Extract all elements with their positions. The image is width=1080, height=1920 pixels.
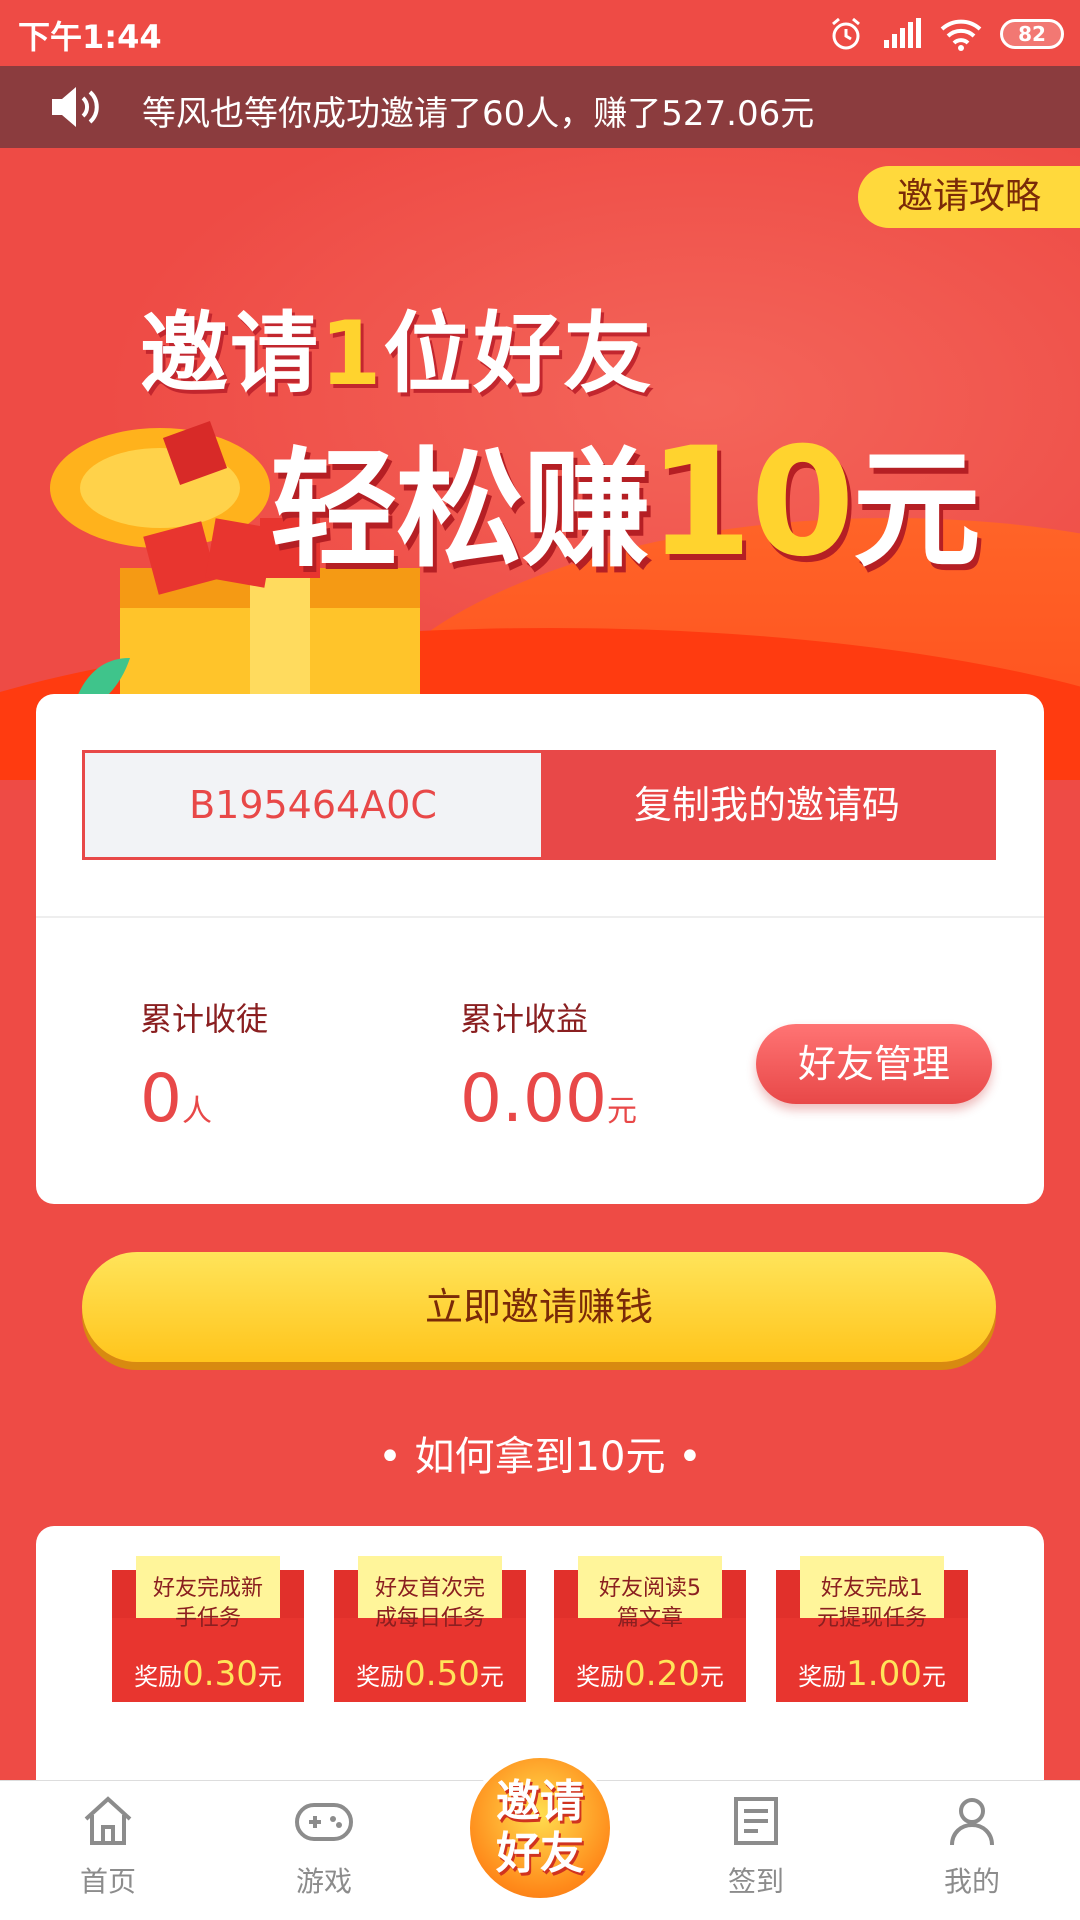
- profile-icon: [950, 1798, 994, 1846]
- task-reward: 奖励0.50元: [356, 1654, 504, 1694]
- earnings-stat: 累计收益 0.00元: [460, 994, 637, 1137]
- copy-invite-code-button[interactable]: 复制我的邀请码: [541, 753, 993, 857]
- invite-code-card: B195464A0C 复制我的邀请码 累计收徒 0人 累计收益 0.00元 好友…: [36, 694, 1044, 1204]
- promo-banner: 邀请1位好友 轻松赚10元 邀请攻略: [0, 148, 1080, 780]
- speaker-icon: [52, 87, 99, 127]
- task-envelope: 好友阅读5 篇文章 奖励0.20元: [554, 1556, 746, 1702]
- task-description: 好友阅读5 篇文章: [599, 1576, 701, 1631]
- apprentices-value: 0: [140, 1060, 182, 1137]
- nav-home-label: 首页: [79, 1865, 136, 1898]
- banner-headline-2: 轻松赚10元: [270, 416, 981, 590]
- checkin-icon: [734, 1797, 778, 1845]
- nav-checkin[interactable]: 签到: [648, 1781, 864, 1920]
- earnings-unit: 元: [606, 1094, 637, 1129]
- invite-fab-line2: 好友: [496, 1828, 584, 1879]
- invite-strategy-button[interactable]: 邀请攻略: [858, 166, 1080, 228]
- task-envelope: 好友完成1 元提现任务 奖励1.00元: [776, 1556, 968, 1702]
- task-reward: 奖励0.20元: [576, 1654, 724, 1694]
- home-icon: [84, 1796, 132, 1845]
- task-description: 好友完成新 手任务: [152, 1576, 263, 1631]
- task-envelope: 好友首次完 成每日任务 奖励0.50元: [334, 1556, 526, 1702]
- earnings-value-row: 0.00元: [460, 1060, 637, 1137]
- earnings-label: 累计收益: [460, 1000, 589, 1038]
- nav-mine[interactable]: 我的: [864, 1781, 1080, 1920]
- ticker-text: 等风也等你成功邀请了60人，赚了527.06元: [142, 94, 815, 134]
- invite-now-button[interactable]: 立即邀请赚钱: [82, 1252, 996, 1362]
- status-time: 下午1:44: [18, 18, 162, 56]
- status-bar: 下午1:44 82: [0, 0, 1080, 66]
- announcement-ticker: 等风也等你成功邀请了60人，赚了527.06元: [0, 66, 1080, 148]
- task-description: 好友首次完 成每日任务: [374, 1576, 485, 1631]
- alarm-icon: [832, 17, 860, 50]
- apprentices-stat: 累计收徒 0人: [140, 994, 268, 1137]
- friends-management-button[interactable]: 好友管理: [756, 1024, 992, 1104]
- nav-home[interactable]: 首页: [0, 1781, 216, 1920]
- nav-mine-label: 我的: [943, 1865, 1000, 1898]
- nav-games[interactable]: 游戏: [216, 1781, 432, 1920]
- divider: [36, 916, 1044, 918]
- earnings-value: 0.00: [460, 1060, 607, 1137]
- banner-headline-1: 邀请1位好友: [140, 302, 654, 405]
- apprentices-value-row: 0人: [140, 1060, 268, 1137]
- nav-games-label: 游戏: [295, 1865, 352, 1898]
- how-to-earn-title: • 如何拿到10元 •: [378, 1434, 702, 1480]
- task-reward: 奖励1.00元: [798, 1654, 946, 1694]
- apprentices-unit: 人: [182, 1094, 212, 1129]
- invite-code-row: B195464A0C 复制我的邀请码: [82, 750, 996, 860]
- task-reward: 奖励0.30元: [134, 1654, 282, 1694]
- task-description: 好友完成1 元提现任务: [816, 1576, 927, 1631]
- gamepad-icon: [295, 1803, 353, 1841]
- invite-fab-line1: 邀请: [496, 1776, 584, 1827]
- apprentices-label: 累计收徒: [140, 1000, 269, 1038]
- task-envelope: 好友完成新 手任务 奖励0.30元: [112, 1556, 304, 1702]
- invite-code-value: B195464A0C: [85, 753, 541, 857]
- status-icons: 82: [828, 14, 1064, 54]
- nav-invite-friends-button[interactable]: 邀请 好友: [466, 1754, 614, 1902]
- nav-checkin-label: 签到: [727, 1865, 784, 1898]
- wifi-icon: [940, 19, 982, 51]
- signal-icon: [884, 18, 921, 48]
- battery-icon: 82: [1000, 19, 1064, 49]
